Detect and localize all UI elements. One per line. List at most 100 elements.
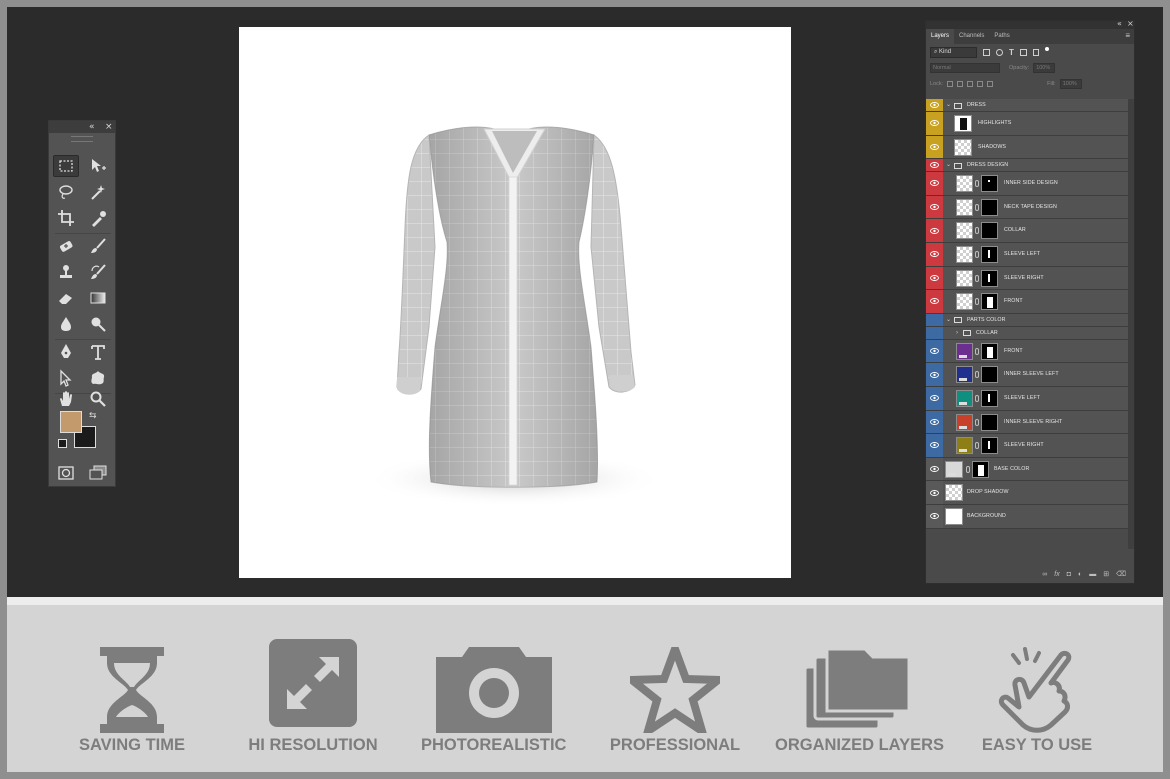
link-chain-icon[interactable]	[975, 347, 979, 355]
link-chain-icon[interactable]	[975, 274, 979, 282]
layer-pc-inner-sleeve-right[interactable]: INNER SLEEVE RIGHT	[926, 410, 1129, 435]
visibility-eye-icon[interactable]	[926, 313, 943, 326]
healing-brush-tool-icon[interactable]	[53, 235, 79, 257]
layer-mask-thumbnail[interactable]	[981, 366, 998, 384]
link-chain-icon[interactable]	[975, 442, 979, 450]
layer-mask-thumbnail[interactable]	[981, 269, 998, 287]
layer-group-dress[interactable]: ⌄ DRESS	[926, 99, 1129, 112]
clone-stamp-tool-icon[interactable]	[53, 261, 79, 283]
link-chain-icon[interactable]	[975, 298, 979, 306]
pixel-filter-icon[interactable]	[983, 48, 990, 56]
layer-pc-sleeve-left[interactable]: SLEEVE LEFT	[926, 386, 1129, 411]
default-colors-icon[interactable]	[58, 439, 67, 448]
lock-position-icon[interactable]	[967, 81, 974, 87]
eyedropper-tool-icon[interactable]	[85, 207, 111, 229]
adjustment-filter-icon[interactable]	[996, 48, 1003, 56]
link-chain-icon[interactable]	[966, 465, 970, 473]
double-chevron-left-icon[interactable]: «	[89, 121, 95, 133]
link-chain-icon[interactable]	[975, 203, 979, 211]
fill-swatch-thumbnail[interactable]	[956, 389, 973, 407]
visibility-eye-icon[interactable]	[926, 339, 943, 363]
layer-pc-inner-sleeve-left[interactable]: INNER SLEEVE LEFT	[926, 363, 1129, 387]
layer-background[interactable]: BACKGROUND	[926, 504, 1129, 529]
fill-field[interactable]: 100%	[1059, 79, 1082, 89]
shape-filter-icon[interactable]	[1019, 48, 1027, 56]
fill-swatch-thumbnail[interactable]	[956, 437, 973, 455]
layer-pc-sleeve-right[interactable]: SLEEVE RIGHT	[926, 434, 1129, 458]
visibility-eye-icon[interactable]	[926, 219, 943, 242]
expand-arrow-icon[interactable]: ⌄	[946, 159, 951, 172]
layer-mask-thumbnail[interactable]	[981, 293, 998, 311]
filter-toggle-icon[interactable]	[1044, 47, 1049, 51]
expand-arrow-icon[interactable]: ⌄	[946, 314, 951, 327]
fill-swatch-thumbnail[interactable]	[956, 342, 973, 360]
layer-sleeve-left[interactable]: SLEEVE LEFT	[926, 242, 1129, 267]
close-icon[interactable]: ×	[105, 121, 113, 133]
layer-front[interactable]: FRONT	[926, 290, 1129, 314]
fx-icon[interactable]: fx	[1054, 571, 1059, 579]
layer-group-parts-color[interactable]: ⌄ PARTS COLOR	[926, 313, 1129, 327]
new-group-icon[interactable]: ▬	[1089, 571, 1096, 579]
quick-mask-icon[interactable]	[53, 462, 79, 484]
new-layer-icon[interactable]: ⊞	[1103, 571, 1109, 579]
history-brush-tool-icon[interactable]	[85, 261, 111, 283]
layer-mask-thumbnail[interactable]	[981, 198, 998, 216]
link-chain-icon[interactable]	[975, 227, 979, 235]
lock-image-icon[interactable]	[957, 81, 964, 87]
panel-menu-icon[interactable]: ≡	[1125, 32, 1130, 40]
layer-mask-thumbnail[interactable]	[981, 389, 998, 407]
link-chain-icon[interactable]	[975, 371, 979, 379]
layer-shadows[interactable]: SHADOWS	[926, 135, 1129, 160]
layer-mask-thumbnail[interactable]	[981, 342, 998, 360]
lock-transparent-icon[interactable]	[947, 81, 954, 87]
layer-mask-thumbnail[interactable]	[972, 460, 989, 478]
smart-object-filter-icon[interactable]	[1032, 48, 1039, 56]
lasso-tool-icon[interactable]	[53, 181, 79, 203]
layer-group-collar[interactable]: › COLLAR	[926, 326, 1129, 340]
crop-tool-icon[interactable]	[53, 207, 79, 229]
tools-panel-grip[interactable]	[71, 136, 93, 142]
layer-sleeve-right[interactable]: SLEEVE RIGHT	[926, 266, 1129, 291]
foreground-color-swatch[interactable]	[60, 411, 82, 433]
visibility-eye-icon[interactable]	[926, 195, 943, 219]
fill-swatch-thumbnail[interactable]	[956, 413, 973, 431]
rectangular-marquee-tool-icon[interactable]	[53, 155, 79, 177]
type-tool-icon[interactable]	[85, 341, 111, 363]
blur-tool-icon[interactable]	[53, 313, 79, 335]
link-chain-icon[interactable]	[975, 418, 979, 426]
collapsed-arrow-icon[interactable]: ›	[956, 327, 958, 340]
expand-arrow-icon[interactable]: ⌄	[946, 99, 951, 112]
visibility-eye-icon[interactable]	[926, 481, 943, 504]
visibility-eye-icon[interactable]	[926, 504, 943, 528]
lock-all-icon[interactable]	[987, 81, 994, 87]
layer-pc-front[interactable]: FRONT	[926, 339, 1129, 364]
screen-mode-icon[interactable]	[85, 462, 111, 484]
fill-swatch-thumbnail[interactable]	[945, 460, 963, 478]
visibility-eye-icon[interactable]	[926, 242, 943, 266]
visibility-eye-icon[interactable]	[926, 266, 943, 290]
lock-artboard-icon[interactable]	[977, 81, 984, 87]
layer-mask-thumbnail[interactable]	[981, 175, 998, 193]
visibility-eye-icon[interactable]	[926, 99, 943, 111]
layer-mask-thumbnail[interactable]	[981, 222, 998, 240]
visibility-eye-icon[interactable]	[926, 135, 943, 159]
adjustment-layer-icon[interactable]: ◐	[1078, 571, 1082, 579]
layer-neck-tape-design[interactable]: NECK TAPE DESIGN	[926, 195, 1129, 220]
close-icon[interactable]: ×	[1127, 19, 1134, 28]
path-selection-tool-icon[interactable]	[53, 367, 79, 389]
brush-tool-icon[interactable]	[85, 235, 111, 257]
visibility-eye-icon[interactable]	[926, 363, 943, 386]
layer-group-dress-design[interactable]: ⌄ DRESS DESIGN	[926, 159, 1129, 173]
visibility-eye-icon[interactable]	[926, 326, 943, 339]
move-tool-icon[interactable]	[85, 155, 111, 177]
layer-mask-thumbnail[interactable]	[981, 245, 998, 263]
link-chain-icon[interactable]	[975, 250, 979, 258]
link-chain-icon[interactable]	[975, 180, 979, 188]
fill-swatch-thumbnail[interactable]	[956, 366, 973, 384]
zoom-tool-icon[interactable]	[85, 388, 111, 410]
visibility-eye-icon[interactable]	[926, 112, 943, 135]
trash-icon[interactable]: ⌫	[1116, 571, 1126, 579]
tab-paths[interactable]: Paths	[989, 29, 1014, 44]
layer-drop-shadow[interactable]: DROP SHADOW	[926, 481, 1129, 505]
opacity-field[interactable]: 100%	[1033, 63, 1056, 73]
